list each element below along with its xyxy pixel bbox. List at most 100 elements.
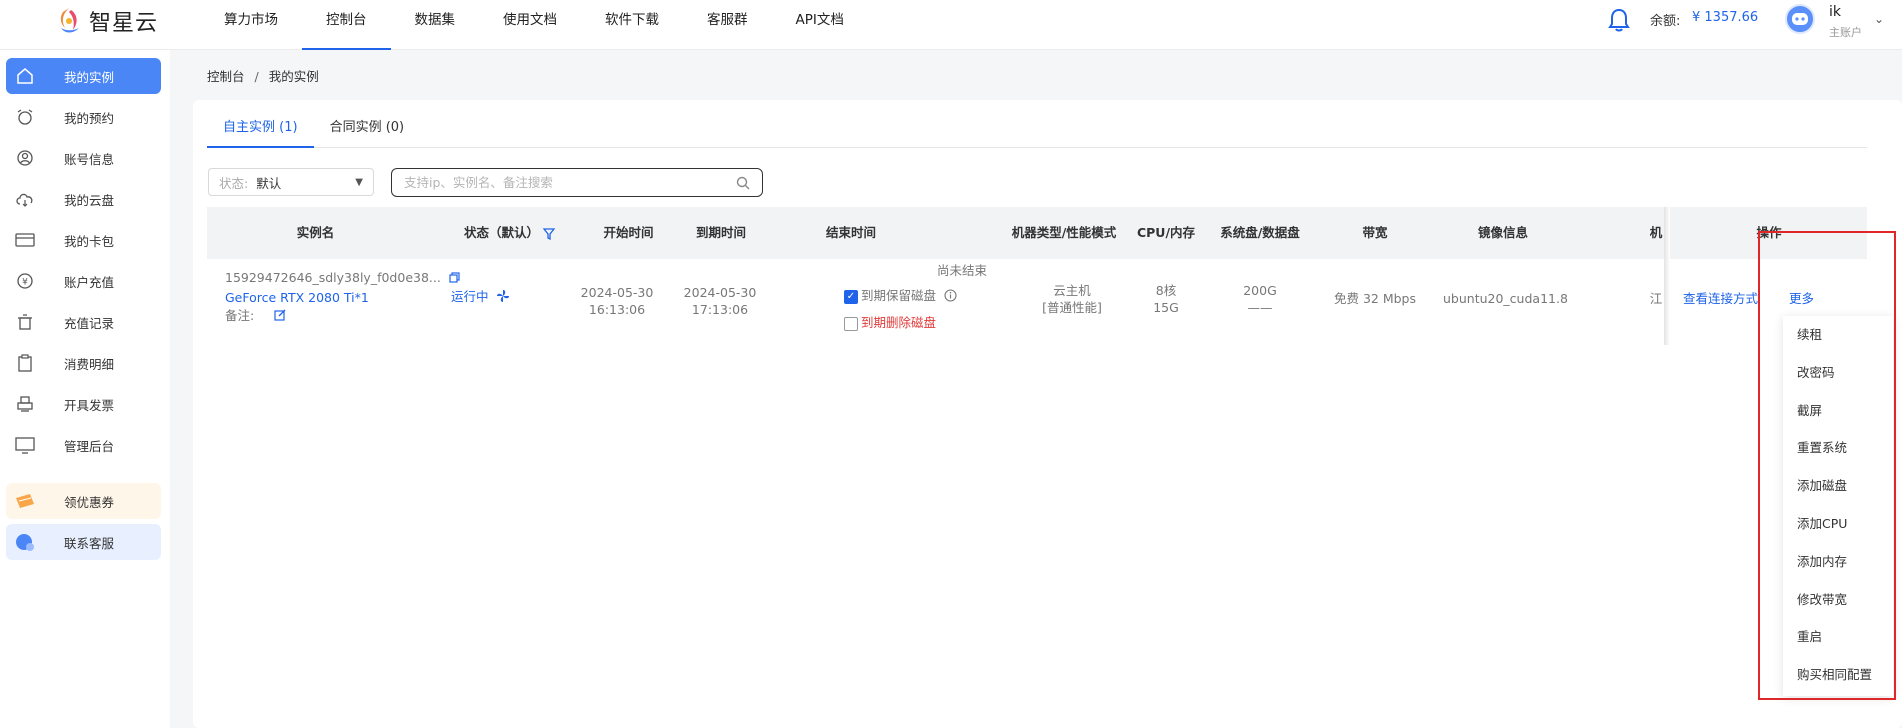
- copy-icon[interactable]: [449, 272, 460, 283]
- svg-text:¥: ¥: [22, 278, 28, 288]
- col-status[interactable]: 状态（默认）: [424, 207, 539, 259]
- tab-contract-instances[interactable]: 合同实例 (0): [314, 108, 421, 148]
- breadcrumb: 控制台 / 我的实例: [207, 66, 319, 85]
- status-filter-value: 默认: [256, 175, 282, 191]
- sidebar-item-recharge[interactable]: ¥ 账户充值: [6, 263, 161, 299]
- nav-docs[interactable]: 使用文档: [479, 0, 581, 50]
- sidebar-item-reservations[interactable]: 我的预约: [6, 99, 161, 135]
- search-icon[interactable]: [736, 176, 750, 190]
- cpu-mem: 8核 15G: [1135, 282, 1197, 316]
- sidebar-item-label: 我的云盘: [64, 192, 115, 208]
- expire-date: 2024-05-30: [683, 285, 757, 300]
- region: 江: [1649, 291, 1663, 306]
- perf-mode-text: [普通性能]: [1042, 300, 1102, 315]
- table-row: 15929472646_sdly38ly_f0d0e38... GeForce …: [207, 259, 1867, 345]
- machine-type-text: 云主机: [1053, 283, 1091, 298]
- col-machine-type: 机器类型/性能模式: [1011, 225, 1117, 240]
- status-running[interactable]: 运行中: [451, 288, 510, 305]
- start-time: 2024-05-30 16:13:06: [567, 284, 667, 318]
- logo-icon: [60, 8, 79, 33]
- sidebar-item-card-wallet[interactable]: 我的卡包: [6, 222, 161, 258]
- instances-panel: 自主实例 (1) 合同实例 (0) 状态: 默认 ▼ 实例名 状态（默认） 开始…: [193, 100, 1902, 728]
- fan-icon: [496, 290, 509, 302]
- view-connection-link[interactable]: 查看连接方式: [1683, 290, 1758, 307]
- alarm-clock-icon: [14, 106, 36, 128]
- delete-disk-checkbox[interactable]: [844, 316, 858, 331]
- cpu-text: 8核: [1155, 283, 1177, 298]
- fixed-column-shadow: [1664, 207, 1670, 345]
- sidebar-item-account-info[interactable]: 账号信息: [6, 140, 161, 176]
- sidebar-item-label: 充值记录: [64, 315, 115, 331]
- sidebar-item-coupons[interactable]: 领优惠券: [6, 483, 161, 519]
- col-instance-name: 实例名: [296, 225, 335, 240]
- sidebar-item-label: 账号信息: [64, 151, 115, 167]
- highlight-box: [1758, 231, 1896, 700]
- monitor-icon: [14, 434, 36, 456]
- nav-datasets[interactable]: 数据集: [391, 0, 480, 50]
- sidebar-item-label: 账户充值: [64, 274, 115, 290]
- sidebar-item-invoice[interactable]: 开具发票: [6, 386, 161, 422]
- bandwidth: 免费 32 Mbps: [1333, 291, 1417, 306]
- card-icon: [14, 229, 36, 251]
- avatar[interactable]: [1785, 4, 1815, 34]
- sidebar-item-label: 管理后台: [64, 438, 115, 454]
- start-date: 2024-05-30: [580, 285, 654, 300]
- breadcrumb-separator: /: [254, 69, 259, 84]
- expire-clock: 17:13:06: [691, 302, 749, 317]
- search-box: [391, 168, 763, 197]
- sidebar-item-contact-service[interactable]: 联系客服: [6, 524, 161, 560]
- app-name: 智星云: [89, 11, 159, 36]
- bell-icon[interactable]: [1608, 8, 1630, 32]
- sidebar-item-cloud-disk[interactable]: 我的云盘: [6, 181, 161, 217]
- sidebar-item-recharge-records[interactable]: 充值记录: [6, 304, 161, 340]
- robot-face-icon: [1792, 13, 1808, 25]
- sidebar-item-my-instances[interactable]: 我的实例: [6, 58, 161, 94]
- status-text: 运行中: [451, 289, 489, 304]
- status-filter-select[interactable]: 状态: 默认 ▼: [208, 168, 374, 196]
- nav-compute-market[interactable]: 算力市场: [200, 0, 302, 50]
- nav-api-docs[interactable]: API文档: [772, 0, 868, 50]
- remark-label: 备注:: [225, 308, 255, 323]
- balance-label: 余额:: [1650, 14, 1681, 29]
- disk: 200G ——: [1210, 282, 1310, 316]
- tab-self-instances[interactable]: 自主实例 (1): [207, 108, 314, 148]
- edit-icon[interactable]: [274, 309, 286, 321]
- nav-downloads[interactable]: 软件下载: [581, 0, 683, 50]
- delete-disk-option[interactable]: 到期删除磁盘: [844, 314, 936, 331]
- nav-console[interactable]: 控制台: [302, 0, 391, 50]
- sys-disk-text: 200G: [1243, 283, 1277, 298]
- table-header: 实例名 状态（默认） 开始时间 到期时间 结束时间 机器类型/性能模式 CPU/…: [207, 207, 1867, 259]
- sidebar-item-consumption[interactable]: 消费明细: [6, 345, 161, 381]
- status-filter-label: 状态:: [219, 175, 249, 191]
- home-icon: [14, 65, 36, 87]
- sidebar-item-label: 我的预约: [64, 110, 115, 126]
- keep-disk-checkbox[interactable]: ✓: [844, 289, 858, 304]
- sidebar-item-label: 领优惠券: [64, 494, 115, 510]
- sidebar-item-label: 开具发票: [64, 397, 115, 413]
- sidebar-item-label: 我的卡包: [64, 233, 115, 249]
- machine-type: 云主机 [普通性能]: [1022, 282, 1122, 316]
- coin-icon: ¥: [14, 270, 36, 292]
- data-disk-text: ——: [1247, 300, 1273, 315]
- mem-text: 15G: [1153, 300, 1179, 315]
- col-expire-time: 到期时间: [695, 225, 746, 240]
- nav-support-group[interactable]: 客服群: [683, 0, 772, 50]
- col-end-time: 结束时间: [825, 225, 876, 240]
- breadcrumb-root[interactable]: 控制台: [207, 69, 245, 84]
- gpu-link[interactable]: GeForce RTX 2080 Ti*1: [225, 289, 369, 306]
- search-input[interactable]: [404, 175, 736, 190]
- chevron-down-icon[interactable]: ⌄: [1874, 12, 1884, 26]
- delete-disk-label: 到期删除磁盘: [861, 315, 937, 330]
- user-name[interactable]: ik: [1829, 4, 1841, 20]
- coupon-icon: [14, 490, 36, 512]
- sidebar: 我的实例 我的预约 账号信息 我的云盘 我的卡包 ¥ 账户充值 充值记录 消费明…: [0, 50, 170, 728]
- sidebar-item-label: 我的实例: [64, 69, 115, 85]
- top-bar: 智星云 算力市场 控制台 数据集 使用文档 软件下载 客服群 API文档 余额:…: [0, 0, 1902, 50]
- info-icon[interactable]: [944, 289, 957, 302]
- clipboard-icon: [14, 352, 36, 374]
- expire-time: 2024-05-30 17:13:06: [670, 284, 770, 318]
- sidebar-item-admin[interactable]: 管理后台: [6, 427, 161, 463]
- instance-id: 15929472646_sdly38ly_f0d0e38...: [225, 270, 441, 285]
- logo[interactable]: 智星云: [55, 5, 158, 37]
- keep-disk-option[interactable]: ✓ 到期保留磁盘: [844, 287, 957, 304]
